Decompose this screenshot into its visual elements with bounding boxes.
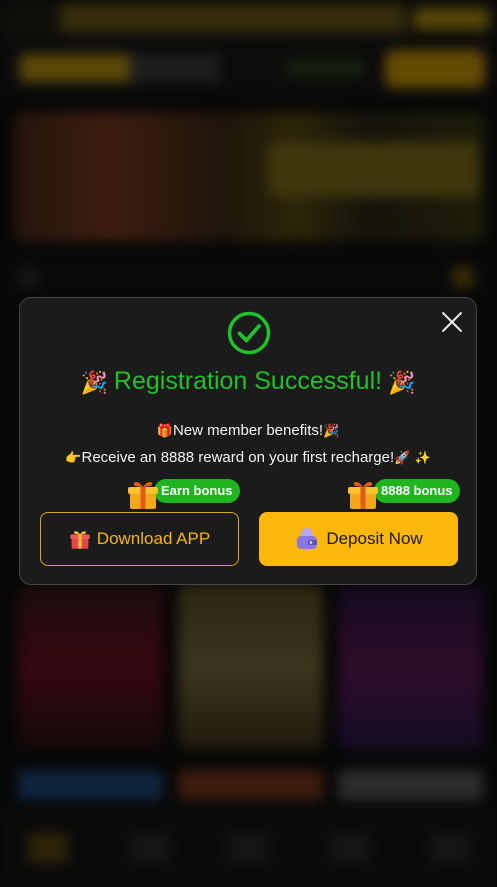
gift-icon [69,528,91,550]
earn-bonus-label: Earn bonus [154,479,240,503]
rocket-icon: 🚀 [394,451,411,466]
sparkles-icon: ✨ [414,451,431,466]
reward-text: Receive an 8888 reward on your first rec… [81,449,395,466]
gift-icon [348,481,378,509]
benefits-text: New member benefits! [172,422,324,439]
benefits-line: 🎁New member benefits!🎉 [20,422,476,439]
download-app-label: Download APP [96,529,211,548]
download-app-button[interactable]: Download APP [40,512,239,566]
modal-title-text: Registration Successful! [113,367,383,395]
gift-icon: 🎁 [156,424,173,439]
close-button[interactable] [440,310,464,334]
deposit-now-label: Deposit Now [326,529,423,548]
reward-line: 👉Receive an 8888 reward on your first re… [20,449,476,466]
party-popper-icon: 🎉 [323,424,340,439]
gift-icon [128,481,158,509]
deposit-now-button[interactable]: Deposit Now [259,512,458,566]
registration-success-modal: 🎉 Registration Successful! 🎉 🎁New member b… [19,297,477,585]
pointing-hand-icon: 👉 [65,451,82,466]
modal-title: 🎉 Registration Successful! 🎉 [20,364,476,401]
close-icon [442,312,462,332]
check-circle-icon [227,311,271,355]
wallet-icon [294,526,320,552]
party-popper-icon: 🎉 [80,371,108,396]
deposit-bonus-label: 8888 bonus [374,479,460,503]
party-popper-icon: 🎉 [388,371,416,396]
